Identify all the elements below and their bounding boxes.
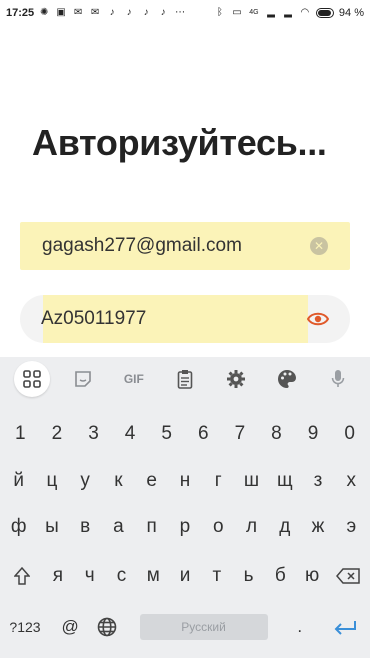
letter-key[interactable]: е — [135, 461, 168, 501]
at-key[interactable]: @ — [55, 607, 85, 647]
keyboard-toolbar: GIF — [0, 357, 370, 401]
letter-key[interactable]: х — [335, 461, 368, 501]
tiktok-icon: ♪ — [126, 7, 132, 18]
number-key[interactable]: 5 — [148, 414, 185, 454]
bottom-row: ?123 @ Русский . — [0, 607, 370, 647]
tiktok-icon: ♪ — [109, 7, 115, 18]
letter-key[interactable]: я — [42, 556, 74, 596]
letter-key[interactable]: в — [69, 507, 102, 547]
apps-icon[interactable] — [13, 361, 50, 397]
letter-key[interactable]: э — [335, 507, 368, 547]
letter-key[interactable]: р — [168, 507, 201, 547]
letter-row-3-keys: ячсмитьбю — [42, 556, 328, 596]
letter-key[interactable]: ф — [2, 507, 35, 547]
number-key[interactable]: 7 — [222, 414, 259, 454]
backspace-key[interactable] — [328, 556, 368, 596]
shift-key[interactable] — [2, 556, 42, 596]
letter-key[interactable]: ь — [233, 556, 265, 596]
status-bar: 17:25 ✺ ▣ ✉ ✉ ♪ ♪ ♪ ♪ ⋯ ᛒ ▭ 4G ▂ ▂ ◠ 94 … — [0, 0, 370, 26]
battery-icon — [315, 8, 334, 18]
notification-icons: ✺ ▣ ✉ ✉ ♪ ♪ ♪ ♪ ⋯ — [38, 7, 186, 19]
number-key[interactable]: 8 — [258, 414, 295, 454]
mic-icon[interactable] — [320, 361, 356, 397]
settings-icon[interactable] — [218, 361, 254, 397]
enter-key[interactable] — [322, 607, 368, 647]
letter-row-2: фывапролджэ — [0, 507, 370, 547]
letter-key[interactable]: ж — [301, 507, 334, 547]
sticker-icon[interactable] — [65, 361, 101, 397]
clipboard-icon[interactable] — [167, 361, 203, 397]
bluetooth-icon: ᛒ — [216, 7, 223, 18]
tiktok-icon: ♪ — [143, 7, 149, 18]
letter-key[interactable]: п — [135, 507, 168, 547]
space-key[interactable]: Русский — [139, 614, 268, 640]
message-icon: ▣ — [56, 7, 66, 18]
letter-key[interactable]: м — [137, 556, 169, 596]
more-dots-icon: ⋯ — [175, 7, 186, 18]
password-value: Az05011977 — [41, 308, 147, 329]
letter-key[interactable]: а — [102, 507, 135, 547]
number-key[interactable]: 6 — [185, 414, 222, 454]
number-row: 1234567890 — [0, 414, 370, 454]
email-field[interactable]: gagash277@gmail.com ✕ — [20, 222, 350, 270]
number-key[interactable]: 4 — [112, 414, 149, 454]
letter-key[interactable]: б — [264, 556, 296, 596]
letter-key[interactable]: к — [102, 461, 135, 501]
signal-icon: ▂ — [267, 7, 275, 18]
letter-key[interactable]: з — [301, 461, 334, 501]
letter-key[interactable]: ю — [296, 556, 328, 596]
letter-key[interactable]: и — [169, 556, 201, 596]
system-icons: ᛒ ▭ 4G ▂ ▂ ◠ 94 % — [214, 7, 364, 19]
clear-icon[interactable]: ✕ — [310, 237, 328, 255]
letter-row-3: ячсмитьбю — [0, 556, 370, 596]
number-key[interactable]: 9 — [295, 414, 332, 454]
battery-percent: 94 % — [338, 7, 364, 19]
email-value: gagash277@gmail.com — [42, 235, 242, 256]
net-label: 4G — [249, 9, 259, 16]
mail-icon: ✉ — [90, 7, 100, 18]
letter-key[interactable]: щ — [268, 461, 301, 501]
letter-key[interactable]: л — [235, 507, 268, 547]
mail-icon: ✉ — [73, 7, 83, 18]
period-key[interactable]: . — [285, 607, 315, 647]
eye-icon[interactable] — [306, 307, 330, 331]
number-key[interactable]: 2 — [39, 414, 76, 454]
number-key[interactable]: 1 — [2, 414, 39, 454]
letter-key[interactable]: ы — [35, 507, 68, 547]
wifi-icon: ◠ — [300, 7, 310, 18]
letter-key[interactable]: г — [202, 461, 235, 501]
vibrate-icon: ▭ — [232, 7, 242, 18]
number-key[interactable]: 3 — [75, 414, 112, 454]
gif-button[interactable]: GIF — [116, 361, 152, 397]
letter-key[interactable]: й — [2, 461, 35, 501]
letter-key[interactable]: о — [202, 507, 235, 547]
globe-icon[interactable] — [92, 607, 122, 647]
letter-row-1: йцукенгшщзх — [0, 461, 370, 501]
letter-key[interactable]: н — [168, 461, 201, 501]
palette-icon[interactable] — [269, 361, 305, 397]
page-title: Авторизуйтесь... — [32, 122, 327, 163]
status-time: 17:25 — [6, 7, 35, 19]
letter-key[interactable]: ц — [35, 461, 68, 501]
keyboard: GIF 1234567890 йцукенгшщзх фывапролджэ я… — [0, 357, 370, 658]
letter-key[interactable]: ш — [235, 461, 268, 501]
symbols-key[interactable]: ?123 — [2, 607, 48, 647]
letter-key[interactable]: ч — [74, 556, 106, 596]
signal-icon: ▂ — [284, 7, 292, 18]
notification-dot-icon: ✺ — [39, 7, 49, 18]
letter-key[interactable]: у — [69, 461, 102, 501]
number-key[interactable]: 0 — [331, 414, 368, 454]
letter-key[interactable]: д — [268, 507, 301, 547]
tiktok-icon: ♪ — [160, 7, 166, 18]
letter-key[interactable]: с — [106, 556, 138, 596]
letter-key[interactable]: т — [201, 556, 233, 596]
password-field[interactable]: Az05011977 — [20, 295, 350, 343]
